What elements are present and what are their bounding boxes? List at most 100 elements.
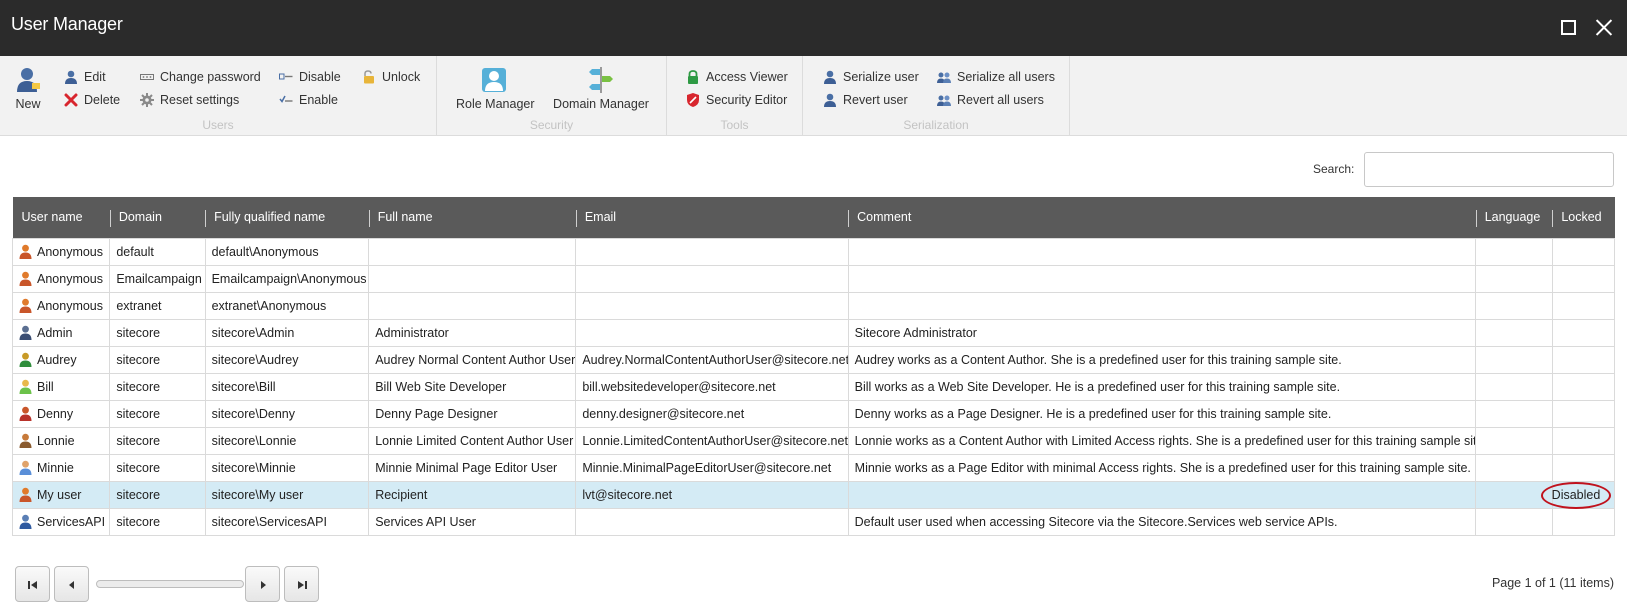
cell-text: default\Anonymous [211,244,319,259]
ribbon: New Edit Delete Change password Reset se… [0,56,1627,136]
security-editor-label: Security Editor [706,93,788,107]
edit-button[interactable]: Edit [64,68,106,86]
next-page-button[interactable] [245,566,280,602]
users-icon [937,72,951,83]
security-editor-button[interactable]: Security Editor [686,91,787,109]
change-password-button[interactable]: Change password [140,68,261,86]
maximize-icon[interactable] [1555,14,1581,40]
table-row[interactable]: Audrey sitecore sitecore\Audrey Audrey Norm… [11,345,1616,374]
user-name: My user [37,487,82,502]
search-input[interactable] [1364,152,1614,187]
cell-text: Denny Page Designer [375,406,498,421]
cell-domain: sitecore [109,426,206,455]
close-icon[interactable] [1591,14,1617,40]
cell-fqn: sitecore\Audrey [204,345,370,374]
table-row[interactable]: Anonymous default default\Anonymous [11,237,1616,266]
revert-all-users-button[interactable]: Revert all users [937,91,1044,109]
cell-locked [1551,264,1616,293]
reset-settings-button[interactable]: Reset settings [140,91,239,109]
cell-fqn: sitecore\ServicesAPI [204,507,370,536]
window-title: User Manager [11,14,123,34]
access-viewer-button[interactable]: Access Viewer [686,68,788,86]
table-row[interactable]: My user sitecore sitecore\My user Recipient… [11,480,1616,509]
cell-text: sitecore\Minnie [211,460,296,475]
user-icon-blue-dark [19,514,32,529]
cell-locked [1551,453,1616,482]
cell-domain: sitecore [109,318,206,347]
cell-text: sitecore\Lonnie [211,433,297,448]
users-table: User name Domain Fully qualified name Full … [11,197,1616,536]
user-name: Anonymous [37,271,104,286]
users-icon [937,95,951,106]
cell-fqn: sitecore\My user [204,480,370,509]
cell-email [575,507,849,536]
domain-manager-button[interactable]: Domain Manager [553,67,649,111]
user-icon-brown [19,433,32,448]
column-header[interactable]: Domain [109,197,206,238]
cell-text: bill.websitedeveloper@sitecore.net [582,379,776,394]
role-manager-button[interactable]: Role Manager [456,67,535,111]
serialize-all-users-button[interactable]: Serialize all users [937,68,1055,86]
cell-user: Anonymous [11,237,111,266]
cell-text: sitecore [116,406,161,421]
column-header[interactable]: Comment [848,197,1476,238]
table-row[interactable]: ServicesAPI sitecore sitecore\ServicesAPI S… [11,507,1616,536]
cell-language [1475,399,1553,428]
cell-text: Audrey.NormalContentAuthorUser@sitecore.… [582,352,849,367]
new-user-button[interactable]: New [12,67,44,111]
cell-comment [847,480,1477,509]
column-header-label: User name [21,210,83,225]
page-slider[interactable] [96,580,244,588]
revert-user-button[interactable]: Revert user [823,91,908,109]
cell-comment: Sitecore Administrator [847,318,1477,347]
table-row[interactable]: Anonymous Emailcampaign Emailcampaign\Anon… [11,264,1616,293]
cell-text: Denny works as a Page Designer. He is a … [854,406,1332,421]
disable-button[interactable]: Disable [279,68,341,86]
cell-full: Lonnie Limited Content Author User [368,426,577,455]
first-page-button[interactable] [15,566,50,602]
new-user-icon [17,68,40,92]
search-label: Search: [1313,162,1355,176]
column-header[interactable]: Fully qualified name [205,197,369,238]
unlock-icon [364,70,374,84]
cell-text: sitecore\My user [211,487,304,502]
disable-icon [279,73,293,80]
enable-button[interactable]: Enable [279,91,338,109]
lock-icon [688,70,698,84]
unlock-button[interactable]: Unlock [362,68,420,86]
cell-domain: sitecore [109,372,206,401]
table-row[interactable]: Lonnie sitecore sitecore\Lonnie Lonnie Limi… [11,426,1616,455]
last-page-button[interactable] [284,566,319,602]
cell-email [575,318,849,347]
table-row[interactable]: Bill sitecore sitecore\Bill Bill Web Site D… [11,372,1616,401]
column-header[interactable]: Locked [1552,197,1615,238]
column-header[interactable]: Email [575,197,849,238]
column-header[interactable]: Language [1475,197,1553,238]
serialize-user-button[interactable]: Serialize user [823,68,919,86]
cell-domain: sitecore [109,453,206,482]
column-header[interactable]: Full name [368,197,576,238]
cell-text: sitecore [116,460,161,475]
delete-label: Delete [84,93,121,107]
delete-button[interactable]: Delete [64,91,120,109]
table-row[interactable]: Minnie sitecore sitecore\Minnie Minnie Mini… [11,453,1616,482]
cell-text: Minnie works as a Page Editor with minim… [854,460,1471,475]
table-row[interactable]: Anonymous extranet extranet\Anonymous [11,291,1616,320]
cell-text: sitecore [116,487,161,502]
cell-full [368,264,577,293]
cell-email: Minnie.MinimalPageEditorUser@sitecore.ne… [575,453,849,482]
column-header[interactable]: User name [12,197,110,238]
table-row[interactable]: Admin sitecore sitecore\Admin Administrator… [11,318,1616,347]
role-manager-label: Role Manager [456,97,535,111]
cell-text: sitecore [116,433,161,448]
delete-icon [64,93,78,107]
cell-domain: sitecore [109,480,206,509]
table-row[interactable]: Denny sitecore sitecore\Denny Denny Page De… [11,399,1616,428]
cell-comment: Bill works as a Web Site Developer. He i… [847,372,1477,401]
cell-text: sitecore [116,325,161,340]
previous-page-button[interactable] [54,566,89,602]
cell-language [1475,345,1553,374]
user-name: Admin [37,325,73,340]
cell-text: Bill Web Site Developer [375,379,507,394]
cell-email: Audrey.NormalContentAuthorUser@sitecore.… [575,345,849,374]
